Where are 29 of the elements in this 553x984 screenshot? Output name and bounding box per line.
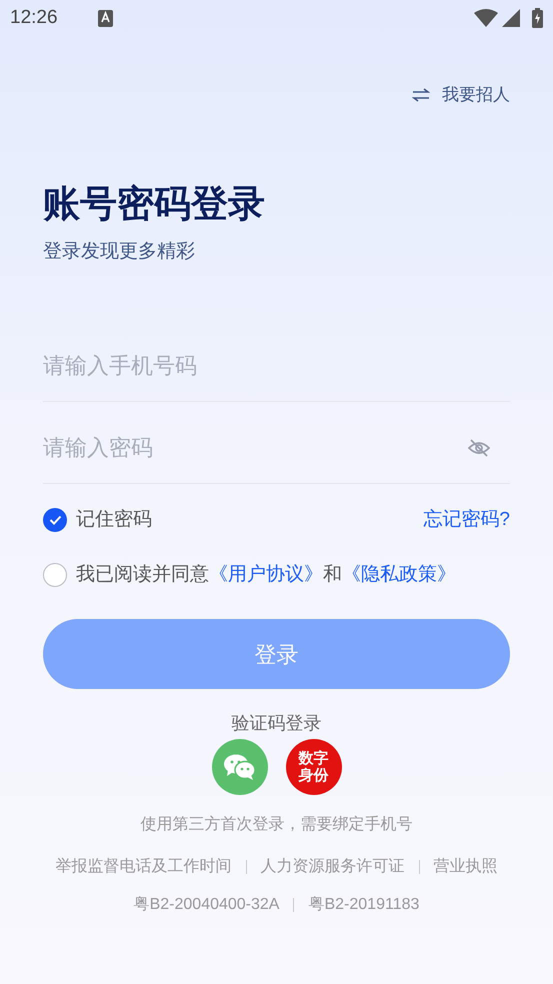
- wifi-icon: [474, 9, 498, 27]
- footer-link[interactable]: 人力资源服务许可证: [260, 855, 404, 879]
- remember-label: 记住密码: [76, 508, 152, 532]
- page-title: 账号密码登录: [43, 182, 266, 226]
- footer-link[interactable]: 举报监督电话及工作时间: [56, 855, 232, 879]
- third-party-note: 使用第三方首次登录，需要绑定手机号: [140, 814, 414, 835]
- phone-input-field[interactable]: 请输入手机号码: [43, 349, 510, 382]
- agreement-checkbox[interactable]: [43, 562, 67, 587]
- checkmark-icon: [48, 515, 62, 526]
- agreement-link[interactable]: 《隐私政策》: [342, 564, 456, 584]
- sms-login-link[interactable]: 验证码登录: [232, 711, 322, 735]
- battery-icon: [532, 8, 543, 28]
- signal-icon: [502, 9, 520, 27]
- license-number: 粤B2-20040400-32A: [134, 895, 280, 915]
- page-subtitle: 登录发现更多精彩: [43, 240, 196, 264]
- license-number: 粤B2-20191183: [308, 895, 420, 915]
- agreement-text: 我已阅读并同意《用户协议》和《隐私政策》: [76, 562, 456, 586]
- digital-id-login-button[interactable]: 数字 身份: [286, 739, 342, 795]
- switch-role-link[interactable]: 我要招人: [412, 82, 510, 108]
- swap-icon: [412, 88, 430, 102]
- keyboard-icon: [98, 10, 113, 26]
- footer-link[interactable]: 营业执照: [434, 855, 498, 879]
- chat-bubbles-icon: [222, 753, 256, 781]
- status-time: 12:26: [10, 6, 58, 30]
- password-input-field[interactable]: 请输入密码: [43, 431, 468, 464]
- remember-checkbox[interactable]: [43, 508, 67, 532]
- forgot-password-link[interactable]: 忘记密码?: [423, 506, 510, 534]
- eye-hidden-icon[interactable]: [468, 438, 490, 458]
- agreement-link[interactable]: 《用户协议》: [209, 564, 323, 584]
